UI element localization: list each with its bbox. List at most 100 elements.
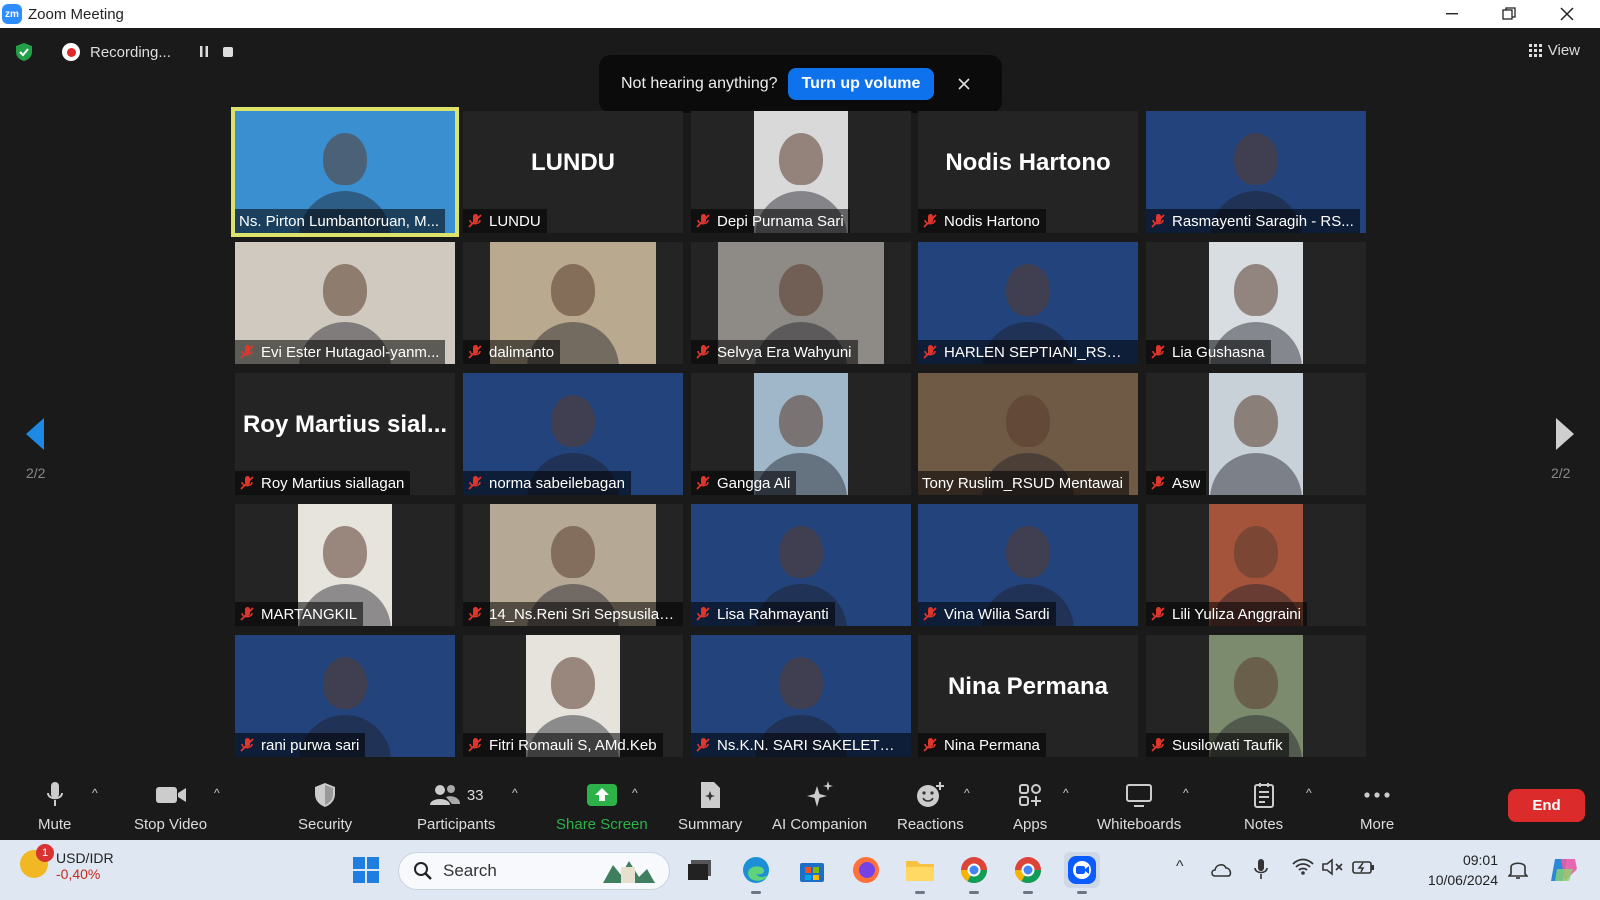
reactions-button[interactable]: Reactions [897,780,964,833]
participant-tile[interactable]: Ns.K.N. SARI SAKELETUN... [691,635,911,757]
participant-tile[interactable]: Lia Gushasna [1146,242,1366,364]
reactions-options-caret[interactable]: ^ [964,786,970,800]
microphone-tray-icon[interactable] [1254,858,1268,880]
participant-tile[interactable]: Ns. Pirton Lumbantoruan, M... [231,107,459,237]
whiteboards-options-caret[interactable]: ^ [1183,786,1189,800]
participant-name-label: Lili Yuliza Anggraini [1146,602,1307,626]
apps-button[interactable]: Apps [1013,780,1047,833]
participant-silhouette [1006,526,1050,578]
participant-name: LUNDU [489,212,541,230]
edge-browser-app[interactable] [738,852,774,894]
mute-button[interactable]: Mute [38,780,71,833]
participant-tile[interactable]: Susilowati Taufik [1146,635,1366,757]
previous-page-arrow-icon[interactable] [24,416,48,452]
participant-tile[interactable]: Nodis Hartono Nodis Hartono [918,111,1138,233]
muted-microphone-icon [240,607,254,621]
search-label: Search [443,861,497,880]
stop-recording-button[interactable] [222,47,233,57]
system-clock[interactable]: 09:01 10/06/2024 [1414,850,1498,890]
task-view-button[interactable] [682,852,718,888]
stop-video-button[interactable]: Stop Video [134,780,207,833]
ai-companion-label: AI Companion [772,816,868,833]
participant-tile[interactable]: norma sabeilebagan [463,373,683,495]
participant-tile[interactable]: HARLEN SEPTIANI_RSUD... [918,242,1138,364]
zoom-app[interactable] [1064,852,1100,894]
participant-tile[interactable]: Roy Martius sial... Roy Martius siallagan [235,373,455,495]
wifi-icon[interactable] [1292,858,1314,876]
volume-muted-icon[interactable] [1322,858,1344,876]
participant-tile[interactable]: Rasmayenti Saragih - RS... [1146,111,1366,233]
ai-companion-button[interactable]: AI Companion [772,780,867,833]
participant-tile[interactable]: Tony Ruslim_RSUD Mentawai [918,373,1138,495]
participant-tile[interactable]: Lili Yuliza Anggraini [1146,504,1366,626]
notes-button[interactable]: Notes [1244,780,1283,833]
close-window-button[interactable] [1539,0,1595,28]
chrome-app-profile-1[interactable] [956,852,992,894]
muted-microphone-icon [923,738,937,752]
view-button[interactable]: View [1528,42,1580,59]
participant-name-label: Nina Permana [918,733,1046,757]
participant-tile[interactable]: 14_Ns.Reni Sri Sepsusilaw... [463,504,683,626]
notes-options-caret[interactable]: ^ [1306,786,1312,800]
participant-tile[interactable]: Lisa Rahmayanti [691,504,911,626]
participants-options-caret[interactable]: ^ [512,786,518,800]
apps-options-caret[interactable]: ^ [1063,786,1069,800]
encryption-shield-icon[interactable] [14,42,34,62]
stop-icon [222,47,233,57]
zoom-app-icon: zm [2,4,22,24]
participant-tile[interactable]: dalimanto [463,242,683,364]
share-options-caret[interactable]: ^ [632,786,638,800]
participant-name: Depi Purnama Sari [717,212,844,230]
minimize-button[interactable] [1424,0,1480,28]
participant-tile[interactable]: Vina Wilia Sardi [918,504,1138,626]
ai-sparkle-icon [806,781,833,807]
windows-start-button[interactable] [348,852,384,888]
close-icon [958,77,970,90]
more-button[interactable]: More [1360,780,1394,833]
video-options-caret[interactable]: ^ [214,786,220,800]
microsoft-store-app[interactable] [794,852,830,888]
pause-recording-button[interactable] [199,45,209,60]
summary-button[interactable]: Summary [678,780,742,833]
participant-tile[interactable]: Depi Purnama Sari [691,111,911,233]
participant-tile[interactable]: Asw [1146,373,1366,495]
security-button[interactable]: Security [298,780,352,833]
participant-tile[interactable]: rani purwa sari [235,635,455,757]
participants-button[interactable]: 33 Participants [417,780,495,833]
window-title: Zoom Meeting [28,5,124,23]
restore-button[interactable] [1481,0,1537,28]
participant-name: Asw [1172,474,1201,492]
participant-tile[interactable]: Nina Permana Nina Permana [918,635,1138,757]
audio-options-caret[interactable]: ^ [92,786,98,800]
next-page-arrow-icon[interactable] [1552,416,1576,452]
share-screen-label: Share Screen [556,816,648,833]
participant-tile[interactable]: MARTANGKIL [235,504,455,626]
notifications-bell-icon[interactable] [1508,858,1528,880]
minimize-icon [1446,13,1458,15]
participant-name-label: dalimanto [463,340,561,364]
participant-name: Susilowati Taufik [1172,736,1283,754]
toast-close-button[interactable] [958,74,970,95]
muted-microphone-icon [1151,607,1165,621]
participant-tile[interactable]: Evi Ester Hutagaol-yanm... [235,242,455,364]
onedrive-cloud-icon[interactable] [1210,860,1234,878]
security-shield-icon [315,783,336,807]
participant-tile[interactable]: LUNDU LUNDU [463,111,683,233]
battery-charging-icon[interactable] [1352,858,1376,876]
participant-tile[interactable]: Gangga Ali [691,373,911,495]
chrome-app-profile-2[interactable] [1010,852,1046,894]
turn-up-volume-button[interactable]: Turn up volume [787,68,935,100]
taskbar-search[interactable]: Search [398,852,670,890]
muted-microphone-icon [1151,738,1165,752]
participant-name: Ns. Pirton Lumbantoruan, M... [239,212,440,230]
participant-tile[interactable]: Fitri Romauli S, AMd.Keb [463,635,683,757]
file-explorer-app[interactable] [902,852,938,894]
copilot-app[interactable] [1546,852,1582,888]
participant-tile[interactable]: Selvya Era Wahyuni [691,242,911,364]
whiteboards-button[interactable]: Whiteboards [1097,780,1181,833]
firefox-app[interactable] [848,852,884,888]
show-hidden-icons-caret[interactable]: ^ [1176,858,1184,876]
end-meeting-button[interactable]: End [1508,789,1585,822]
volume-toast: Not hearing anything? Turn up volume [599,55,1002,113]
currency-widget[interactable]: 1 USD/IDR -0,40% [20,844,114,882]
